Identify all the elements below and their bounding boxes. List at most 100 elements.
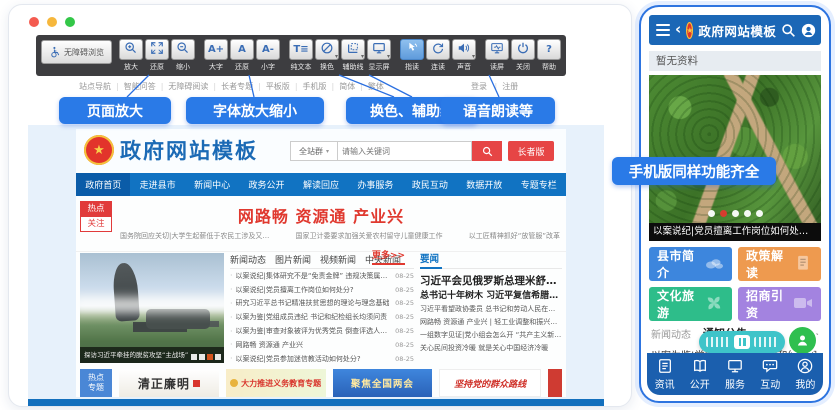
toolbar-button[interactable]: 连读 <box>425 39 451 72</box>
quick-link[interactable]: 站点导航 <box>79 82 111 91</box>
login-link[interactable]: 登录 <box>471 82 487 91</box>
news-list-item[interactable]: · 以案说纪|党员擅离工作岗位如何处分? 08-25 <box>230 283 414 297</box>
top-news-item[interactable]: 习近平会见俄罗斯总理米舒斯京 <box>420 274 562 289</box>
search-scope-select[interactable]: 全站群▾ <box>290 141 338 161</box>
news-list-item[interactable]: · 研究习近平总书记精准扶贫思想的理论与理念基础 08-25 <box>230 297 414 311</box>
audio-reader-pill[interactable] <box>699 331 785 353</box>
carousel-dot[interactable] <box>756 210 763 217</box>
toolbar-button[interactable]: 还原 <box>144 39 170 72</box>
headline-sublink[interactable]: 国务院回应关切|大学生起薪低于农民工涉及又… <box>120 231 269 241</box>
register-link[interactable]: 注册 <box>490 82 519 91</box>
menu-icon[interactable] <box>656 24 670 37</box>
carousel-dot[interactable] <box>744 210 751 217</box>
nav-item[interactable]: 新闻中心 <box>185 173 239 196</box>
news-list-item[interactable]: · 以案说纪|集体研究不是“免责金牌” 违规决策属实将被… 08-25 <box>230 269 414 283</box>
carousel-dot[interactable] <box>720 210 727 217</box>
toolbar-button[interactable]: A- 小字 <box>255 39 281 72</box>
bottom-nav-item[interactable]: 服务 <box>717 353 752 395</box>
quick-link[interactable]: 无障碍阅读 <box>156 82 209 91</box>
nav-item[interactable]: 走进县市 <box>130 173 184 196</box>
top-news-item[interactable]: 一组数字见证|党小组会怎么开 “共产主义新思想” <box>420 329 562 342</box>
minimize-window-button[interactable] <box>47 17 57 27</box>
maximize-window-button[interactable] <box>65 17 75 27</box>
headline-link[interactable]: 网路畅 资源通 产业兴 <box>76 203 566 227</box>
nav-item[interactable]: 办事服务 <box>348 173 402 196</box>
toolbar-button[interactable]: 放大 <box>118 39 144 72</box>
mobile-carousel-caption[interactable]: 以案说纪|党员擅离工作岗位如何处… <box>649 223 821 241</box>
elder-version-button[interactable]: 长者版 <box>508 141 554 161</box>
headline-sublink[interactable]: 以工匠精神抓好“放管服”改革 <box>469 231 560 241</box>
news-list-item[interactable]: · 以案为鉴|审查对象被评为优秀党员 倒查评选人被问责 08-25 <box>230 324 414 338</box>
mobile-tile[interactable]: 招商引资 <box>738 287 821 321</box>
close-window-button[interactable] <box>29 17 39 27</box>
top-news-item[interactable]: 习近平看望政协委员 总书记和劳动人民在一起 <box>420 303 562 316</box>
nav-item[interactable]: 政府首页 <box>76 173 130 196</box>
toolbar-button[interactable]: 缩小 <box>170 39 196 72</box>
toolbar-button[interactable]: 关闭 <box>510 39 536 72</box>
news-list-item[interactable]: · 网路畅 资源通 产业兴 08-25 <box>230 338 414 352</box>
toolbar-button[interactable]: A 还原 <box>229 39 255 72</box>
carousel-dot[interactable] <box>708 210 715 217</box>
voice-assistant-button[interactable] <box>789 327 816 354</box>
topic-banner[interactable]: 大力推进义务教育专题 <box>226 369 326 397</box>
mobile-carousel-photo[interactable] <box>649 75 821 223</box>
pause-icon[interactable] <box>734 335 750 349</box>
bottom-nav-item[interactable]: 公开 <box>682 353 717 395</box>
toolbar-button[interactable]: 指读 <box>399 39 425 72</box>
bottom-nav-item[interactable]: 互动 <box>753 353 788 395</box>
photo-carousel[interactable]: 探访习近平牵挂的脱贫攻坚“主战场” <box>80 253 224 363</box>
nav-item[interactable]: 政务公开 <box>239 173 293 196</box>
carousel-dot[interactable] <box>191 354 197 360</box>
news-tab[interactable]: 视频新闻 <box>320 253 356 268</box>
toolbar-button[interactable]: A+ 大字 <box>203 39 229 72</box>
top-news-item[interactable]: 网路畅 资源通 产业兴 | 轻工业调整和振兴规划 <box>420 316 562 329</box>
toolbar-button[interactable]: 读屏 <box>484 39 510 72</box>
topic-banner[interactable]: 聚焦全国两会 <box>333 369 433 397</box>
site-logo[interactable]: ★ 政府网站模板 <box>84 135 258 165</box>
window-controls[interactable] <box>29 17 75 27</box>
topic-banner[interactable]: 清正廉明 <box>119 369 219 397</box>
nav-item[interactable]: 政民互动 <box>403 173 457 196</box>
quick-link[interactable]: 简体 <box>327 82 356 91</box>
quick-link[interactable]: 平板版 <box>253 82 290 91</box>
search-input[interactable] <box>338 141 472 161</box>
mobile-tile[interactable]: 政策解读 <box>738 247 821 281</box>
bottom-nav-item[interactable]: 我的 <box>788 353 823 395</box>
accessibility-mode-button[interactable]: 无障碍浏览 <box>41 40 112 64</box>
topic-banner-clipped[interactable] <box>548 369 562 397</box>
mobile-tile[interactable]: 文化旅游 <box>649 287 732 321</box>
toolbar-button[interactable]: 辅助线 <box>340 39 366 72</box>
topic-banner[interactable]: 坚持党的群众路线 <box>439 369 541 397</box>
search-button[interactable] <box>472 141 502 161</box>
nav-item[interactable]: 数据开放 <box>457 173 511 196</box>
top-news-item[interactable]: 总书记十年树木 习近平复信希腊学者 <box>420 289 562 303</box>
toolbar-button[interactable]: T≡ 纯文本 <box>288 39 314 72</box>
search-icon[interactable] <box>781 23 796 38</box>
news-list-item[interactable]: · 以案为鉴|党组成员违纪 书记和纪检组长均须问责 08-25 <box>230 310 414 324</box>
news-tab[interactable]: 图片新闻 <box>275 253 311 268</box>
back-icon[interactable]: ‹ <box>675 22 681 37</box>
headline-sublink[interactable]: 国家卫计委要求加强关爱农村留守儿童健康工作 <box>296 231 443 241</box>
quick-link[interactable]: 手机版 <box>290 82 327 91</box>
quick-link[interactable]: 繁体 <box>355 82 384 91</box>
carousel-dot[interactable] <box>207 354 213 360</box>
top-news-tab[interactable]: 要闻 <box>420 251 562 269</box>
carousel-dot[interactable] <box>199 354 205 360</box>
tab-news[interactable]: 新闻动态 <box>651 326 691 341</box>
carousel-dot[interactable] <box>215 354 221 360</box>
top-news-item[interactable]: 关心民间投资冷暖 就是关心中国经济冷暖 <box>420 342 562 355</box>
quick-link[interactable]: 长者专题 <box>208 82 253 91</box>
bottom-nav-item[interactable]: 资讯 <box>647 353 682 395</box>
carousel-dot[interactable] <box>732 210 739 217</box>
quick-link[interactable]: 智能问答 <box>111 82 156 91</box>
nav-item[interactable]: 解读回应 <box>294 173 348 196</box>
toolbar-button[interactable]: 显示屏 <box>366 39 392 72</box>
toolbar-button[interactable]: 换色 <box>314 39 340 72</box>
news-tab[interactable]: 新闻动态 <box>230 253 266 268</box>
mobile-tile[interactable]: 县市简介 <box>649 247 732 281</box>
toolbar-button[interactable]: ? 帮助 <box>536 39 562 72</box>
user-icon[interactable] <box>801 23 816 38</box>
news-list-item[interactable]: · 以案说纪|党员参加迷信教活动如何处分? 08-25 <box>230 352 414 366</box>
nav-item[interactable]: 专题专栏 <box>512 173 566 196</box>
toolbar-button[interactable]: 声音 <box>451 39 477 72</box>
